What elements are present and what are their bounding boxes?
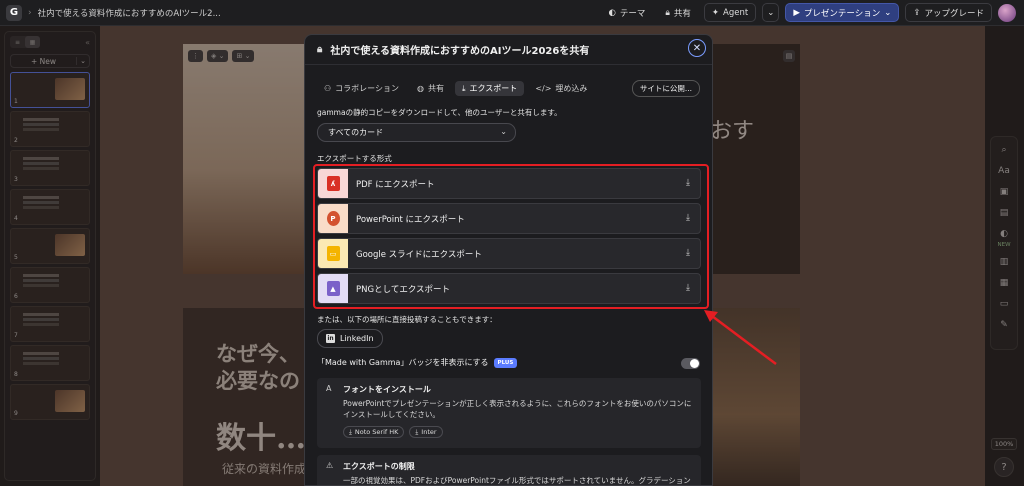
export-pdf-button[interactable]: ʎ PDF にエクスポート ⤓ (317, 168, 701, 199)
globe-icon: ◍ (417, 84, 424, 93)
select-value: すべてのカード (328, 128, 384, 137)
gamma-logo-icon[interactable]: G (6, 4, 22, 21)
sparkle-icon: ✦ (711, 7, 720, 18)
image-icon: ▲ (318, 274, 348, 303)
agent-button[interactable]: ✦ Agent (703, 3, 757, 22)
powerpoint-icon: P (318, 204, 348, 233)
export-format-label: エクスポートする形式 (317, 154, 392, 163)
upgrade-label: アップグレード (924, 8, 984, 19)
tab-label: コラボレーション (335, 84, 400, 93)
font-download-chip[interactable]: ⤓ Inter (409, 426, 443, 438)
lock-icon: 🔒︎ (665, 7, 670, 18)
share-dialog: 🔒︎ 社内で使える資料作成におすすめのAIツール2026を共有 ✕ ⚇ コラボレ… (304, 34, 713, 486)
toggle-knob (690, 359, 699, 368)
direct-post-label: または、以下の場所に直接投稿することもできます： (317, 315, 497, 324)
notice-body: 一部の視覚効果は、PDFおよびPowerPointファイル形式ではサポートされて… (343, 476, 691, 485)
font-name: Inter (421, 428, 437, 436)
present-button[interactable]: ▶ プレゼンテーション ⌄ (785, 3, 900, 22)
export-option-label: PNGとしてエクスポート (356, 284, 451, 295)
export-png-button[interactable]: ▲ PNGとしてエクスポート ⤓ (317, 273, 701, 304)
hide-badge-toggle[interactable] (681, 358, 700, 369)
google-slides-icon: ▭ (318, 239, 348, 268)
export-option-label: Google スライドにエクスポート (356, 249, 482, 260)
pdf-icon: ʎ (318, 169, 348, 198)
export-limit-notice: ⚠ エクスポートの制限 一部の視覚効果は、PDFおよびPowerPointファイ… (317, 455, 701, 485)
chevron-right-icon: › (28, 7, 32, 18)
top-bar: G › 社内で使える資料作成におすすめのAIツール2... ◐ テーマ 🔒︎ 共… (0, 0, 1024, 26)
download-icon: ⤓ (686, 178, 690, 188)
hide-badge-row: 「Made with Gamma」バッジを非表示にする PLUS (317, 357, 518, 368)
font-icon: A (326, 384, 332, 393)
font-install-notice: A フォントをインストール PowerPointでプレゼンテーションが正しく表示… (317, 378, 701, 448)
chevron-down-icon: ⌄ (500, 127, 507, 136)
close-button[interactable]: ✕ (688, 39, 706, 57)
agent-label: Agent (723, 7, 749, 18)
code-icon: </> (535, 84, 552, 93)
lock-icon: 🔒︎ (317, 44, 323, 55)
card-range-select[interactable]: すべてのカード ⌄ (317, 123, 516, 142)
tab-label: エクスポート (469, 84, 518, 93)
hide-badge-label: 「Made with Gamma」バッジを非表示にする (317, 358, 489, 367)
notice-body: PowerPointでプレゼンテーションが正しく表示されるように、これらのフォン… (343, 399, 692, 419)
present-label: プレゼンテーション (803, 8, 881, 19)
close-icon: ✕ (692, 42, 702, 54)
download-icon: ⤓ (686, 283, 690, 293)
publish-site-button[interactable]: サイトに公開... (631, 80, 700, 97)
plus-badge: PLUS (493, 357, 518, 368)
share-label: 共有 (673, 8, 691, 19)
linkedin-icon: in (326, 334, 335, 343)
export-option-label: PowerPoint にエクスポート (356, 214, 465, 225)
download-icon: ⤓ (462, 83, 466, 93)
upgrade-icon: ⇪ (913, 7, 921, 18)
share-tabs: ⚇ コラボレーション ◍ 共有 ⤓ エクスポート </> 埋め込み (317, 81, 594, 96)
share-button[interactable]: 🔒︎ 共有 (658, 3, 698, 22)
annotation-arrow (704, 310, 777, 365)
export-powerpoint-button[interactable]: P PowerPoint にエクスポート ⤓ (317, 203, 701, 234)
agent-dropdown-button[interactable]: ⌄ (762, 3, 780, 22)
download-icon: ⤓ (686, 248, 690, 258)
notice-title: エクスポートの制限 (343, 462, 415, 471)
download-icon: ⤓ (686, 213, 690, 223)
chevron-down-icon: ⌄ (884, 7, 892, 18)
play-icon: ▶ (793, 7, 800, 18)
tab-share[interactable]: ◍ 共有 (410, 81, 451, 96)
upgrade-button[interactable]: ⇪ アップグレード (905, 3, 992, 22)
export-option-label: PDF にエクスポート (356, 179, 435, 190)
tab-label: 共有 (428, 84, 444, 93)
add-user-icon: ⚇ (324, 84, 332, 93)
tab-export[interactable]: ⤓ エクスポート (455, 81, 525, 96)
font-download-chip[interactable]: ⤓ Noto Serif HK (343, 426, 405, 438)
linkedin-button[interactable]: in LinkedIn (317, 329, 383, 348)
document-title[interactable]: 社内で使える資料作成におすすめのAIツール2... (38, 7, 221, 19)
palette-icon: ◐ (608, 7, 616, 18)
download-icon: ⤓ (349, 427, 352, 436)
export-description: gammaの静的コピーをダウンロードして、他のユーザーと共有します。 (317, 108, 562, 117)
theme-button[interactable]: ◐ テーマ (601, 3, 652, 22)
export-google-slides-button[interactable]: ▭ Google スライドにエクスポート ⤓ (317, 238, 701, 269)
chevron-down-icon: ⌄ (767, 7, 775, 18)
dialog-header: 🔒︎ 社内で使える資料作成におすすめのAIツール2026を共有 (305, 35, 712, 65)
tab-embed[interactable]: </> 埋め込み (528, 81, 594, 96)
user-avatar[interactable] (998, 3, 1016, 22)
font-name: Noto Serif HK (354, 428, 399, 436)
linkedin-label: LinkedIn (340, 334, 374, 343)
theme-label: テーマ (619, 8, 646, 19)
tab-collaboration[interactable]: ⚇ コラボレーション (317, 81, 406, 96)
warning-icon: ⚠ (326, 461, 334, 470)
download-icon: ⤓ (415, 427, 419, 436)
dialog-title: 社内で使える資料作成におすすめのAIツール2026を共有 (330, 46, 590, 57)
notice-title: フォントをインストール (343, 385, 431, 394)
tab-label: 埋め込み (555, 84, 588, 93)
